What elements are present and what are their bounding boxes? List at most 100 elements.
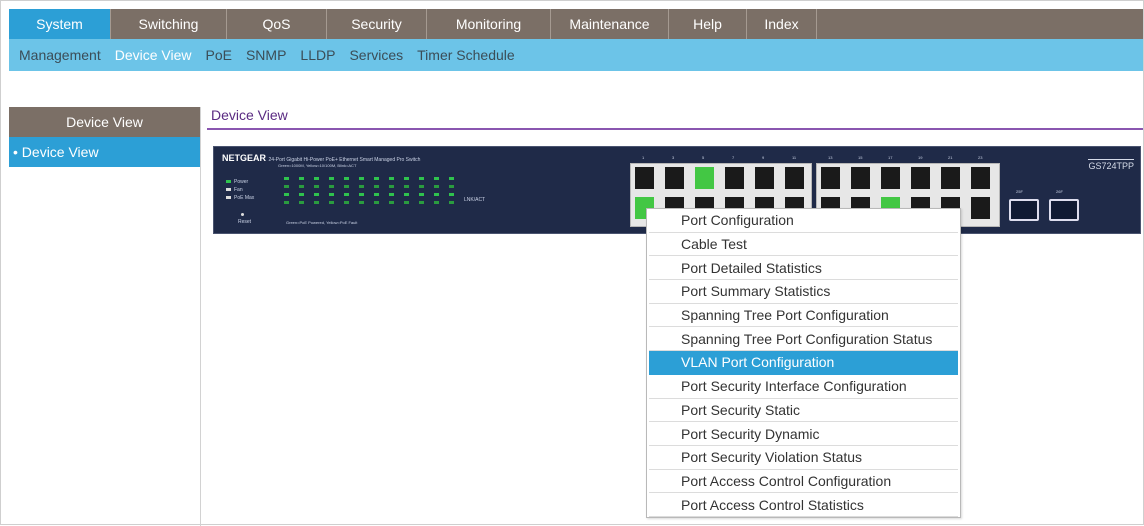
tab-monitoring[interactable]: Monitoring [427, 9, 551, 39]
subnav-services[interactable]: Services [349, 47, 403, 63]
page-title: Device View [211, 107, 288, 123]
tab-system[interactable]: System [9, 9, 111, 39]
port-context-menu: Port Configuration Cable Test Port Detai… [646, 208, 961, 518]
ethernet-port-1[interactable] [635, 167, 654, 189]
sfp-port-26[interactable] [1049, 199, 1079, 221]
port-status-led [329, 201, 334, 204]
ethernet-port-7[interactable] [725, 167, 744, 189]
ethernet-port-19[interactable] [911, 167, 930, 189]
poe-legend: Green=PoE Powered, Yellow=PoE Fault [286, 220, 358, 225]
tab-index[interactable]: Index [747, 9, 817, 39]
port-status-led [419, 177, 424, 180]
ethernet-port-3[interactable] [665, 167, 684, 189]
port-status-led [434, 185, 439, 188]
port-status-led [404, 201, 409, 204]
port-status-led [449, 193, 454, 196]
sfp-port-25[interactable] [1009, 199, 1039, 221]
port-status-led [374, 185, 379, 188]
menu-item-port-detailed-statistics[interactable]: Port Detailed Statistics [649, 256, 958, 281]
device-brand: NETGEAR 24-Port Gigabit Hi-Power PoE+ Et… [222, 153, 420, 163]
ethernet-port-9[interactable] [755, 167, 774, 189]
ethernet-port-24[interactable] [971, 197, 990, 219]
port-status-led [449, 177, 454, 180]
port-status-led [359, 201, 364, 204]
tab-maintenance[interactable]: Maintenance [551, 9, 669, 39]
port-status-led [449, 201, 454, 204]
subnav-management[interactable]: Management [19, 47, 101, 63]
ethernet-port-13[interactable] [821, 167, 840, 189]
reset-button[interactable] [241, 213, 244, 216]
led-legend-link: LNK/ACT [464, 197, 486, 203]
port-number-label: 5 [702, 155, 705, 160]
port-status-led [344, 201, 349, 204]
menu-item-port-security-violation-status[interactable]: Port Security Violation Status [649, 446, 958, 470]
port-status-led [299, 201, 304, 204]
model-label: GS724TPP [1088, 159, 1134, 171]
title-underline [207, 128, 1143, 130]
sidebar-item-device-view[interactable]: • Device View [9, 137, 200, 167]
subnav-poe[interactable]: PoE [206, 47, 232, 63]
port-status-led [314, 193, 319, 196]
port-number-label: 1 [642, 155, 645, 160]
menu-item-spanning-tree-port-configuration-status[interactable]: Spanning Tree Port Configuration Status [649, 327, 958, 352]
power-label: Power [234, 179, 249, 185]
ethernet-port-15[interactable] [851, 167, 870, 189]
port-status-led [419, 193, 424, 196]
fan-label: Fan [234, 187, 243, 193]
ethernet-port-17[interactable] [881, 167, 900, 189]
menu-item-port-configuration[interactable]: Port Configuration [649, 209, 958, 233]
fan-led [226, 188, 231, 191]
menu-item-port-summary-statistics[interactable]: Port Summary Statistics [649, 280, 958, 304]
poe-max-label: PoE Max [234, 195, 255, 201]
tab-help[interactable]: Help [669, 9, 747, 39]
port-status-led [299, 193, 304, 196]
menu-item-vlan-port-configuration[interactable]: VLAN Port Configuration [649, 351, 958, 375]
port-status-led [389, 201, 394, 204]
menu-item-port-access-control-statistics[interactable]: Port Access Control Statistics [649, 493, 958, 517]
port-status-led [314, 177, 319, 180]
menu-item-port-security-interface-configuration[interactable]: Port Security Interface Configuration [649, 375, 958, 399]
subnav-timer-schedule[interactable]: Timer Schedule [417, 47, 515, 63]
menu-item-port-security-static[interactable]: Port Security Static [649, 399, 958, 423]
tab-security[interactable]: Security [327, 9, 427, 39]
menu-item-port-security-dynamic[interactable]: Port Security Dynamic [649, 422, 958, 446]
port-status-led [359, 185, 364, 188]
port-status-led [389, 177, 394, 180]
menu-item-cable-test[interactable]: Cable Test [649, 233, 958, 257]
menu-item-spanning-tree-port-configuration[interactable]: Spanning Tree Port Configuration [649, 304, 958, 328]
poe-max-led [226, 196, 231, 199]
menu-item-port-access-control-configuration[interactable]: Port Access Control Configuration [649, 470, 958, 494]
subnav-snmp[interactable]: SNMP [246, 47, 286, 63]
subnav-device-view[interactable]: Device View [115, 47, 192, 63]
port-status-led [329, 185, 334, 188]
subnav-lldp[interactable]: LLDP [300, 47, 335, 63]
port-number-label: 3 [672, 155, 675, 160]
power-led [226, 180, 231, 183]
port-status-led [404, 177, 409, 180]
ethernet-port-5[interactable] [695, 167, 714, 189]
tab-switching[interactable]: Switching [111, 9, 227, 39]
port-status-led [359, 193, 364, 196]
port-number-label: 19 [918, 155, 923, 160]
port-number-label: 11 [792, 155, 797, 160]
port-status-led [284, 185, 289, 188]
ethernet-port-21[interactable] [941, 167, 960, 189]
port-status-led [284, 177, 289, 180]
port-status-led [314, 185, 319, 188]
sfp-label-26: 26F [1056, 189, 1063, 194]
port-status-led [299, 185, 304, 188]
tab-qos[interactable]: QoS [227, 9, 327, 39]
port-status-led [434, 201, 439, 204]
port-status-led [329, 177, 334, 180]
ethernet-port-11[interactable] [785, 167, 804, 189]
brand-name: NETGEAR [222, 153, 267, 163]
port-status-led [284, 201, 289, 204]
port-status-led [314, 201, 319, 204]
sidebar: Device View • Device View [9, 107, 201, 526]
ethernet-port-23[interactable] [971, 167, 990, 189]
port-status-led [434, 193, 439, 196]
port-number-label: 15 [858, 155, 863, 160]
port-status-led [374, 201, 379, 204]
port-number-label: 17 [888, 155, 893, 160]
port-status-led [434, 177, 439, 180]
